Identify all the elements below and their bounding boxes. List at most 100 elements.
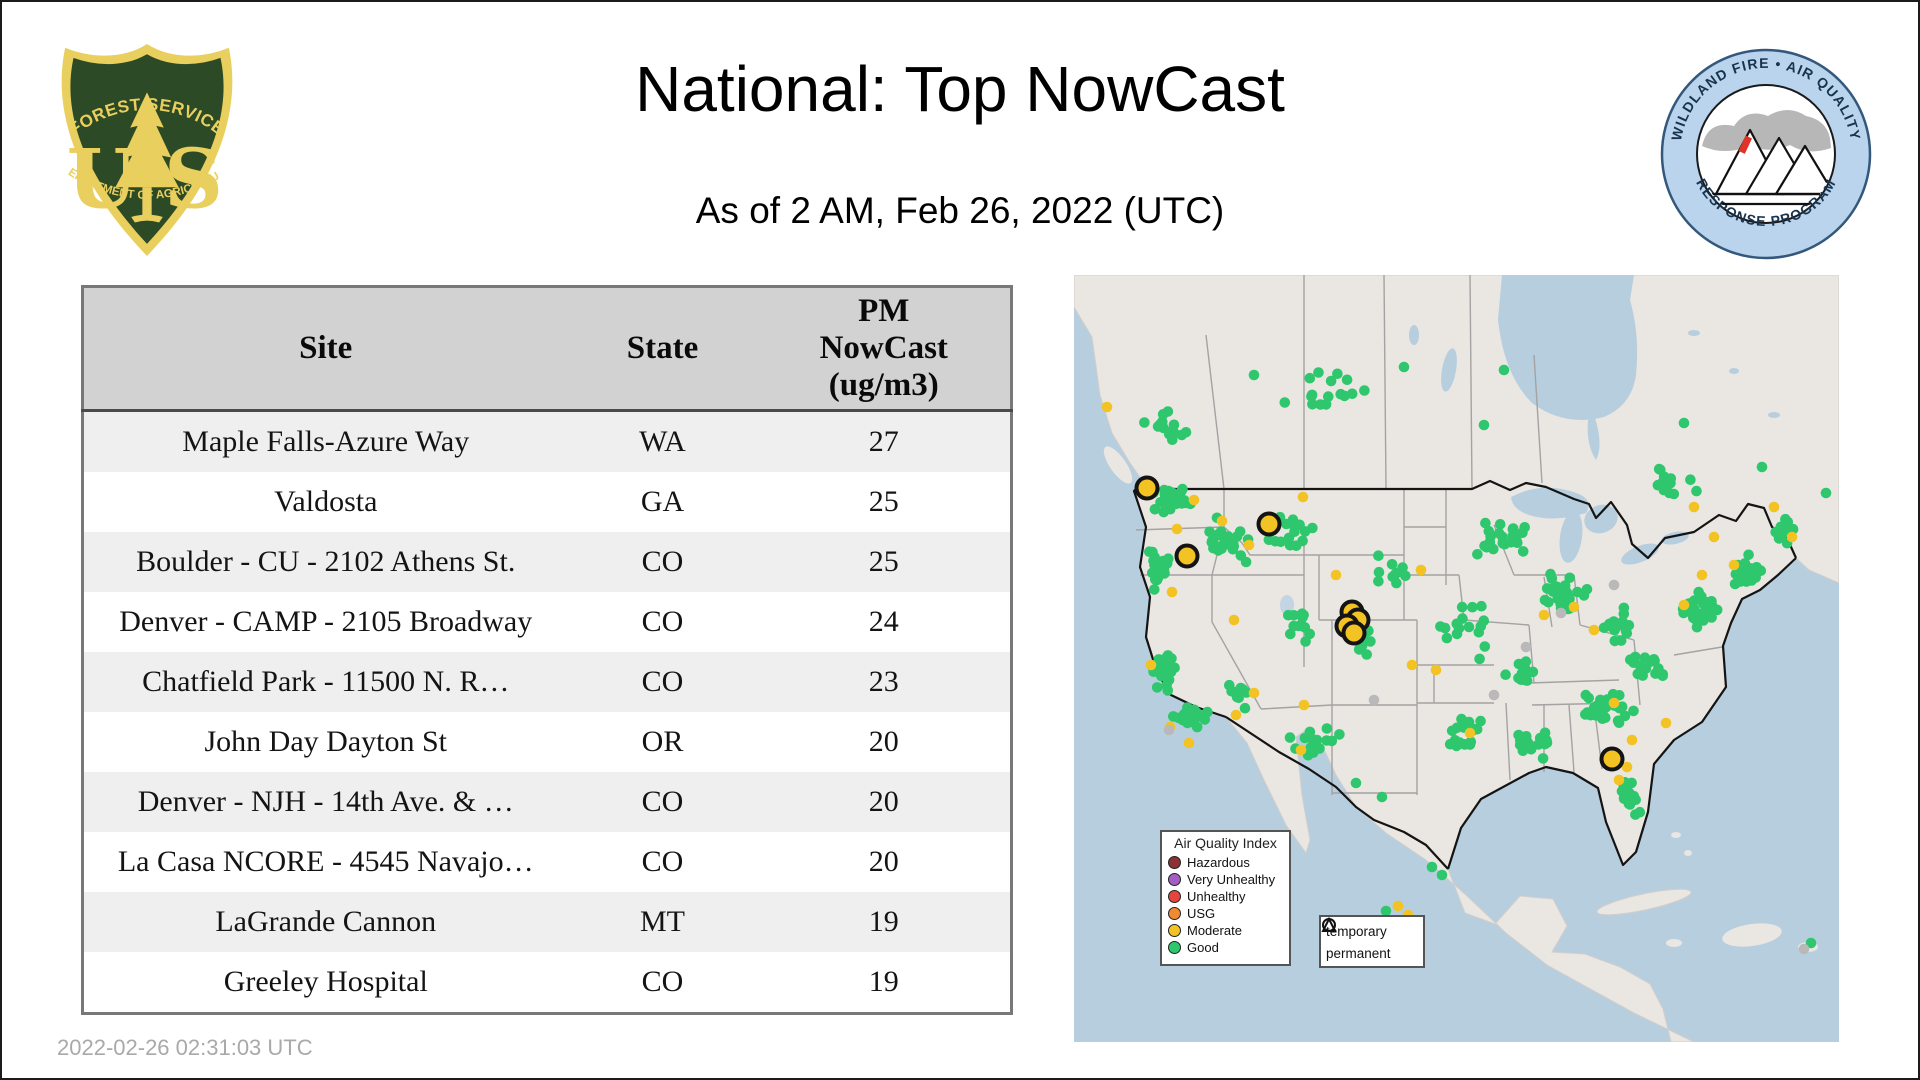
monitor-dot-good bbox=[1176, 485, 1187, 497]
table-row: Denver - NJH - 14th Ave. & … CO 20 bbox=[82, 772, 1012, 832]
monitor-dot-good bbox=[1248, 369, 1260, 381]
monitor-dot-good bbox=[1820, 487, 1832, 499]
table-body: Maple Falls-Azure Way WA 27 Valdosta GA 25 Bou… bbox=[82, 410, 1012, 1014]
aqi-legend: Air Quality Index Hazardous Very Unhealth… bbox=[1160, 830, 1291, 966]
monitor-dot-good bbox=[1475, 715, 1486, 727]
monitor-dot-good bbox=[1373, 566, 1385, 578]
monitor-dot-good bbox=[1751, 562, 1762, 573]
state-cell: CO bbox=[567, 532, 758, 592]
monitor-dot-moderate bbox=[1768, 501, 1780, 513]
site-cell: Boulder - CU - 2102 Athens St. bbox=[82, 532, 568, 592]
monitor-dot-good bbox=[1512, 537, 1523, 549]
monitor-dot-good bbox=[1304, 732, 1316, 743]
state-cell: WA bbox=[567, 410, 758, 472]
monitor-dot-good bbox=[1479, 641, 1491, 652]
monitor-dot-good bbox=[1777, 528, 1789, 539]
monitor-dot-good bbox=[1426, 861, 1438, 873]
monitor-dot-good bbox=[1653, 463, 1665, 475]
monitor-dot-moderate bbox=[1188, 494, 1200, 506]
monitor-dot-moderate bbox=[1538, 609, 1550, 621]
monitor-dot-good bbox=[1517, 527, 1528, 538]
pm-nowcast-cell: 19 bbox=[757, 892, 1012, 952]
monitor-dot-good bbox=[1300, 636, 1311, 647]
table-row: Boulder - CU - 2102 Athens St. CO 25 bbox=[82, 532, 1012, 592]
aqi-legend-item: Good bbox=[1168, 939, 1283, 956]
monitor-dot-moderate bbox=[1696, 569, 1708, 581]
monitor-dot-good bbox=[1321, 735, 1332, 746]
monitor-dot-good bbox=[1231, 686, 1242, 698]
monitor-dot-good bbox=[1222, 531, 1234, 542]
monitor-dot-good bbox=[1516, 667, 1528, 679]
monitor-dot-good bbox=[1182, 717, 1193, 729]
monitor-dot-good bbox=[1463, 621, 1475, 633]
monitor-dot-good bbox=[1144, 546, 1155, 557]
monitor-dot-good bbox=[1296, 608, 1308, 619]
aqi-legend-items: Hazardous Very Unhealthy Unhealthy USG Moder… bbox=[1168, 854, 1283, 956]
permanent-legend-row: permanent bbox=[1321, 917, 1418, 964]
monitor-dot-good bbox=[1161, 558, 1173, 569]
monitor-dot-good bbox=[1618, 793, 1630, 805]
table-row: Denver - CAMP - 2105 Broadway CO 24 bbox=[82, 592, 1012, 652]
monitor-dot-moderate bbox=[1298, 699, 1310, 711]
monitor-dot-moderate bbox=[1216, 515, 1228, 527]
monitor-dot-good bbox=[1283, 609, 1294, 621]
monitor-dot-moderate bbox=[1297, 491, 1309, 503]
monitor-dot-moderate bbox=[1166, 586, 1178, 598]
state-cell: CO bbox=[567, 652, 758, 712]
table-row: John Day Dayton St OR 20 bbox=[82, 712, 1012, 772]
monitor-dot-good bbox=[1545, 568, 1556, 580]
monitor-dot-good bbox=[1306, 389, 1318, 401]
monitor-dot-good bbox=[1389, 569, 1401, 580]
state-cell: CO bbox=[567, 592, 758, 652]
monitor-dot-good bbox=[1500, 669, 1511, 680]
state-cell: CO bbox=[567, 952, 758, 1014]
monitor-dot-good bbox=[1154, 419, 1166, 430]
monitor-dot-good bbox=[1478, 615, 1490, 626]
site-cell: Valdosta bbox=[82, 472, 568, 532]
monitor-dot-good bbox=[1341, 374, 1353, 386]
monitor-dot-good bbox=[1537, 753, 1549, 764]
wfaqrp-logo: WILDLAND FIRE • AIR QUALITY RESPONSE PRO… bbox=[1658, 46, 1874, 267]
monitor-dot-gray bbox=[1520, 641, 1532, 653]
monitor-dot-moderate bbox=[1228, 614, 1240, 626]
monitor-dot-moderate bbox=[1608, 697, 1620, 709]
monitor-dot-good bbox=[1284, 732, 1296, 743]
monitor-dot-good bbox=[1639, 652, 1651, 663]
monitor-dot-good bbox=[1497, 538, 1509, 549]
pm-nowcast-cell: 20 bbox=[757, 772, 1012, 832]
monitor-dot-good bbox=[1476, 600, 1487, 612]
state-cell: MT bbox=[567, 892, 758, 952]
site-cell: Chatfield Park - 11500 N. R… bbox=[82, 652, 568, 712]
monitor-dot-good bbox=[1191, 721, 1203, 733]
pm-nowcast-cell: 27 bbox=[757, 410, 1012, 472]
monitor-dot-good bbox=[1474, 653, 1485, 665]
monitor-dot-good bbox=[1168, 711, 1179, 722]
monitor-dot-good bbox=[1285, 628, 1296, 640]
monitor-dot-good bbox=[1361, 649, 1372, 660]
monitor-dot-good bbox=[1446, 725, 1458, 737]
monitor-dot-moderate bbox=[1688, 501, 1700, 513]
nowcast-display: FOREST SERVICE DEPARTMENT OF AGRICULTURE… bbox=[0, 0, 1920, 1080]
monitor-dot-good bbox=[1164, 493, 1175, 505]
monitor-dot-moderate bbox=[1626, 734, 1638, 746]
monitor-dot-good bbox=[1734, 576, 1746, 587]
monitor-dot-good bbox=[1678, 417, 1690, 429]
aqi-legend-item: Moderate bbox=[1168, 922, 1283, 939]
aqi-color-dot-icon bbox=[1168, 907, 1181, 920]
page-subtitle: As of 2 AM, Feb 26, 2022 (UTC) bbox=[695, 190, 1225, 231]
top-site-marker bbox=[1134, 475, 1160, 501]
aqi-legend-label: Very Unhealthy bbox=[1187, 872, 1276, 887]
monitor-dot-good bbox=[1456, 601, 1468, 613]
monitor-dot-good bbox=[1652, 479, 1664, 491]
state-cell: CO bbox=[567, 772, 758, 832]
monitor-dot-moderate bbox=[1588, 624, 1600, 636]
monitor-dot-good bbox=[1190, 707, 1202, 719]
monitor-dot-moderate bbox=[1415, 564, 1427, 576]
monitor-dot-good bbox=[1637, 670, 1648, 681]
monitor-dot-moderate bbox=[1183, 737, 1195, 749]
header-pm-nowcast: PM NowCast (ug/m3) bbox=[757, 286, 1012, 412]
monitor-dot-good bbox=[1630, 651, 1641, 663]
monitor-dot-good bbox=[1213, 545, 1224, 556]
aqi-legend-label: Unhealthy bbox=[1187, 889, 1246, 904]
monitor-dot-moderate bbox=[1171, 523, 1183, 535]
